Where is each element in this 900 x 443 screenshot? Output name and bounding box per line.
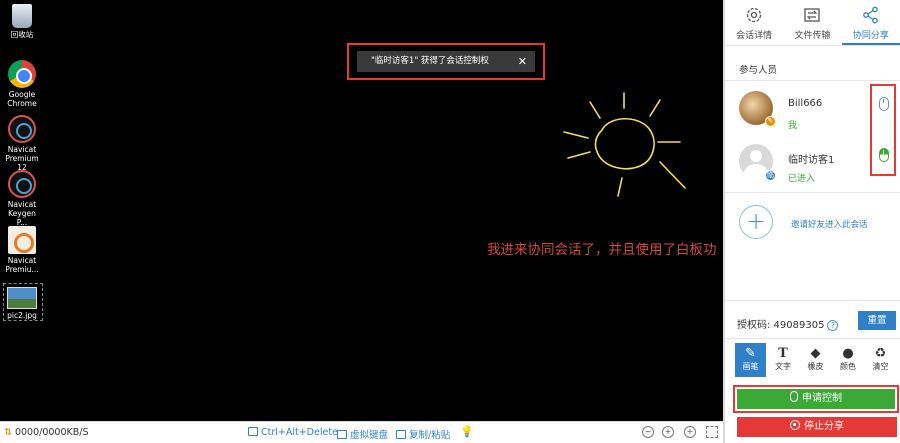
zoom-fit-icon[interactable]: + [684, 426, 696, 438]
zoom-out-icon[interactable]: − [642, 426, 654, 438]
stop-share-label: 停止分享 [804, 421, 844, 432]
guest-badge-icon: 临 [765, 170, 776, 181]
tool-label: 画笔 [742, 362, 759, 371]
participant-status: 已进入 [788, 174, 816, 184]
eraser-icon: ◆ [810, 346, 821, 361]
navicat-file-icon [8, 226, 36, 254]
ctrl-alt-delete-button[interactable]: Ctrl+Alt+Delete [248, 427, 338, 438]
app-window: 回收站 Google Chrome Navicat Premium 12 Nav… [0, 0, 900, 443]
recycle-bin-icon [12, 4, 32, 28]
desktop-icon-navicat-file[interactable]: Navicat Premiu... [4, 226, 40, 274]
zoom-in-icon[interactable]: + [662, 426, 674, 438]
clipboard-icon [396, 430, 406, 439]
toast-message: "临时访客1" 获得了会话控制权 [371, 56, 489, 66]
whiteboard-text: 我进来协同会话了，并且使用了白板功 [487, 242, 717, 258]
tool-label: 橡皮 [807, 362, 824, 371]
remote-desktop-view[interactable]: 回收站 Google Chrome Navicat Premium 12 Nav… [0, 0, 723, 421]
divider [725, 80, 900, 81]
tool-text[interactable]: T 文字 [768, 343, 799, 377]
tab-file-transfer[interactable]: 文件传输 [783, 0, 841, 45]
participant-name: 临时访客1 [788, 155, 835, 166]
tool-color[interactable]: ● 颜色 [833, 343, 864, 377]
palette-icon: ● [842, 346, 854, 361]
tool-label: 颜色 [840, 362, 856, 371]
panel-tabs: 会话详情 文件传输 协同分享 [725, 0, 900, 46]
image-file-icon [7, 287, 37, 309]
tool-eraser[interactable]: ◆ 橡皮 [800, 343, 831, 377]
desktop-icon-pic2[interactable]: pic2.jpg [4, 287, 40, 320]
close-icon[interactable]: ✕ [518, 51, 527, 72]
copy-paste-button[interactable]: 复制/粘贴 [396, 427, 450, 441]
desktop-icon-label: pic2.jpg [7, 311, 37, 320]
request-control-highlight: 申请控制 [733, 385, 899, 413]
pen-icon: ✎ [745, 346, 756, 361]
file-transfer-icon [804, 8, 821, 22]
desktop-icon-navicat-keygen[interactable]: Navicat Keygen P... [4, 170, 40, 227]
navicat-icon [8, 170, 36, 198]
virtual-keyboard-label: 虚拟键盘 [350, 430, 389, 441]
virtual-keyboard-button[interactable]: 虚拟键盘 [337, 427, 388, 441]
invite-button[interactable]: + [739, 205, 773, 239]
auth-code: 授权码: 49089305? [737, 316, 839, 331]
divider [725, 300, 900, 301]
share-icon [862, 6, 878, 24]
fullscreen-icon[interactable] [706, 426, 718, 438]
navicat-icon [8, 115, 36, 143]
request-control-button[interactable]: 申请控制 [737, 389, 895, 409]
keyboard-icon [248, 427, 258, 436]
text-icon: T [778, 346, 788, 361]
status-bar: ⇅ 0000/0000KB/S Ctrl+Alt+Delete 虚拟键盘 复制/粘… [0, 421, 723, 443]
desktop-icon-navicat-premium[interactable]: Navicat Premium 12 [4, 115, 40, 172]
collaboration-panel: 会话详情 文件传输 协同分享 参与人员 ✎ Bill666 我 临 临时访客1 … [723, 0, 900, 443]
mouse-icon [790, 391, 798, 402]
mouse-active-icon [879, 148, 889, 162]
tab-collab-share[interactable]: 协同分享 [841, 0, 900, 45]
host-badge-icon: ✎ [765, 116, 776, 127]
desktop-icon-label: Navicat Keygen P... [7, 200, 37, 227]
bulb-icon[interactable]: 💡 [460, 425, 474, 438]
desktop-icon-label: Navicat Premiu... [5, 256, 39, 274]
desktop-icon-recycle-bin[interactable]: 回收站 [4, 4, 40, 39]
control-granted-toast: "临时访客1" 获得了会话控制权 ✕ [347, 43, 545, 80]
divider [725, 192, 900, 193]
chrome-icon [8, 60, 36, 88]
toast-body: "临时访客1" 获得了会话控制权 ✕ [357, 51, 535, 72]
whiteboard-sun-drawing [563, 92, 686, 197]
invite-link[interactable]: 邀请好友进入此会话 [791, 218, 868, 230]
transfer-arrows-icon: ⇅ [4, 427, 12, 438]
tab-label: 文件传输 [794, 31, 831, 41]
participant-name: Bill666 [788, 98, 823, 109]
transfer-speed-value: 0000/0000KB/S [14, 427, 89, 438]
tool-label: 清空 [872, 362, 889, 371]
participants-title: 参与人员 [739, 65, 778, 76]
desktop-icon-label: 回收站 [10, 30, 34, 39]
desktop-icon-chrome[interactable]: Google Chrome [4, 60, 40, 108]
recycle-icon: ♻ [874, 346, 887, 361]
request-control-label: 申请控制 [802, 393, 842, 404]
divider [725, 338, 900, 339]
gear-icon [747, 7, 762, 23]
tool-label: 文字 [775, 362, 791, 371]
participant-status: 我 [788, 121, 798, 131]
desktop-icon-label: Google Chrome [7, 90, 37, 108]
desktop-icon-label: Navicat Premium 12 [5, 145, 39, 172]
copy-paste-label: 复制/粘贴 [409, 430, 451, 441]
tab-label: 协同分享 [852, 31, 889, 41]
mouse-icon [879, 97, 889, 111]
control-indicator-box [870, 84, 896, 176]
auth-code-label: 授权码: 49089305 [737, 320, 825, 331]
whiteboard-toolbar: ✎ 画笔 T 文字 ◆ 橡皮 ● 颜色 ♻ 清空 [725, 343, 900, 381]
stop-share-button[interactable]: 停止分享 [737, 417, 897, 437]
help-icon[interactable]: ? [827, 320, 839, 331]
stop-icon [790, 420, 800, 430]
tab-label: 会话详情 [736, 31, 773, 41]
ctrl-alt-delete-label: Ctrl+Alt+Delete [261, 427, 338, 438]
keyboard-icon [337, 430, 347, 439]
tool-pen[interactable]: ✎ 画笔 [735, 343, 766, 377]
tool-clear[interactable]: ♻ 清空 [865, 343, 896, 377]
tab-session-details[interactable]: 会话详情 [725, 0, 783, 45]
reset-button[interactable]: 重置 [858, 311, 896, 330]
transfer-speed: ⇅ 0000/0000KB/S [4, 427, 89, 438]
